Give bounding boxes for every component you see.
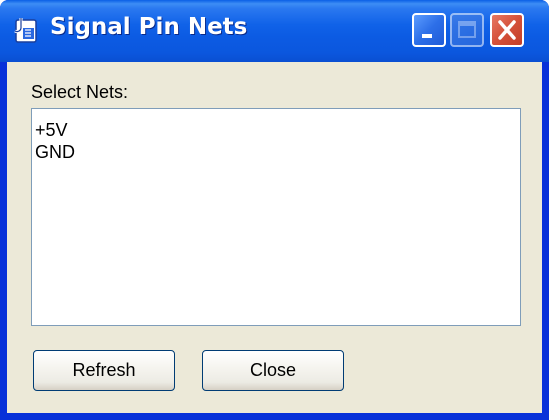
list-item[interactable]: +5V: [35, 120, 68, 140]
nets-listbox[interactable]: +5V GND: [31, 108, 521, 326]
dialog-body: Select Nets: +5V GND Refresh Close: [7, 62, 542, 413]
close-button[interactable]: Close: [202, 350, 344, 391]
minimize-button[interactable]: [412, 13, 446, 47]
title-bar[interactable]: Signal Pin Nets: [0, 0, 549, 62]
dialog-window: Signal Pin Nets Select Nets: +5V GND Ref…: [0, 0, 549, 420]
close-window-button[interactable]: [490, 13, 524, 47]
list-item[interactable]: GND: [35, 142, 75, 162]
minimize-icon: [422, 34, 432, 38]
refresh-button[interactable]: Refresh: [33, 350, 175, 391]
app-icon: [14, 18, 37, 43]
maximize-button: [450, 13, 484, 47]
close-icon: [498, 20, 516, 40]
select-nets-label: Select Nets:: [31, 82, 129, 102]
maximize-icon: [458, 21, 476, 38]
window-title: Signal Pin Nets: [50, 14, 248, 40]
